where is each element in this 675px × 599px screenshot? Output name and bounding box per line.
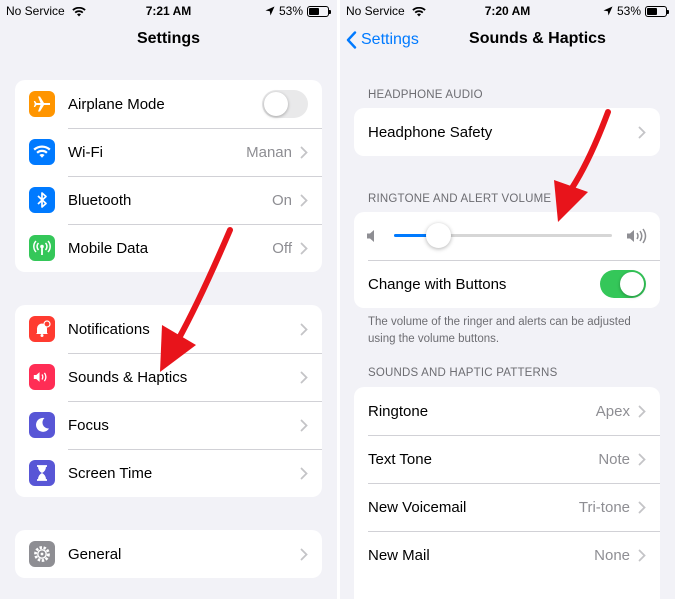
chevron-right-icon (300, 242, 308, 254)
page-title: Sounds & Haptics (469, 30, 606, 47)
chevron-right-icon (300, 194, 308, 206)
row-label: Bluetooth (68, 191, 132, 209)
volume-slider-row (354, 212, 660, 260)
nav-bar: Settings (0, 22, 337, 58)
wifi-icon (29, 139, 55, 165)
pattern-row-ringtone[interactable]: Ringtone Apex (354, 387, 660, 435)
nav-bar: Settings Sounds & Haptics (340, 22, 675, 58)
row-value: None (594, 546, 630, 564)
chevron-right-icon (300, 146, 308, 158)
chevron-right-icon (638, 126, 646, 138)
row-label: New Mail (368, 546, 430, 564)
settings-row-focus[interactable]: Focus (15, 401, 322, 449)
settings-row-notifications[interactable]: Notifications (15, 305, 322, 353)
settings-row-screen-time[interactable]: Screen Time (15, 449, 322, 497)
row-label: Screen Time (68, 464, 153, 482)
headphone-group: Headphone Safety (354, 108, 660, 156)
battery-icon (307, 5, 331, 17)
speaker-high-icon (627, 228, 647, 244)
airplane-mode-toggle[interactable] (262, 90, 308, 118)
chevron-right-icon (300, 323, 308, 335)
row-value: Apex (595, 402, 630, 420)
row-value: On (271, 191, 292, 209)
row-label: Airplane Mode (68, 95, 165, 113)
pattern-row-new-mail[interactable]: New Mail None (354, 531, 660, 579)
section-header-patterns: SOUNDS AND HAPTIC PATTERNS (368, 367, 558, 379)
gear-icon (29, 541, 55, 567)
settings-group-connectivity: Airplane Mode Wi-Fi Manan Bluetooth On Mobile… (15, 80, 322, 272)
bluetooth-icon (29, 187, 55, 213)
settings-row-airplane-mode[interactable]: Airplane Mode (15, 80, 322, 128)
row-label: Change with Buttons (368, 275, 507, 293)
row-value: Manan (246, 143, 292, 161)
hourglass-icon (29, 460, 55, 486)
row-label: Sounds & Haptics (68, 368, 188, 386)
settings-row-wi-fi[interactable]: Wi-Fi Manan (15, 128, 322, 176)
location-icon (603, 6, 613, 16)
settings-screen: No Service 7:21 AM 53% Settings Airplane… (0, 0, 337, 599)
ringtone-volume-group: Change with Buttons (354, 212, 660, 308)
chevron-right-icon (300, 419, 308, 431)
battery-fill (309, 7, 319, 15)
battery-percent: 53% (278, 4, 303, 18)
settings-row-mobile-data[interactable]: Mobile Data Off (15, 224, 322, 272)
sounds-haptics-screen: No Service 7:20 AM 53% Settings Sounds &… (340, 0, 675, 599)
settings-group-general: General (15, 530, 322, 578)
volume-slider[interactable] (394, 223, 612, 248)
row-label: Headphone Safety (368, 123, 493, 141)
section-header-headphone: HEADPHONE AUDIO (368, 89, 483, 101)
chevron-right-icon (638, 405, 646, 417)
page-title: Settings (136, 30, 201, 47)
patterns-group: Ringtone Apex Text Tone Note New Voicemail Tr… (354, 387, 660, 599)
section-header-ringtone-volume: RINGTONE AND ALERT VOLUME (368, 193, 552, 205)
change-with-buttons-toggle[interactable] (600, 270, 646, 298)
battery-icon (645, 5, 669, 17)
chevron-right-icon (638, 549, 646, 561)
speaker-icon (29, 364, 55, 390)
row-label: Notifications (68, 320, 150, 338)
chevron-right-icon (300, 371, 308, 383)
row-label: Focus (68, 416, 109, 434)
row-value: Off (272, 239, 292, 257)
battery-percent: 53% (616, 4, 641, 18)
chevron-right-icon (300, 548, 308, 560)
battery-fill (647, 7, 657, 15)
chevron-right-icon (300, 467, 308, 479)
headphone-safety-row[interactable]: Headphone Safety (354, 108, 660, 156)
status-bar: No Service 7:20 AM 53% (340, 0, 675, 22)
bell-icon (29, 316, 55, 342)
volume-slider-thumb[interactable] (425, 223, 451, 248)
moon-icon (29, 412, 55, 438)
speaker-low-icon (367, 230, 374, 242)
settings-row-bluetooth[interactable]: Bluetooth On (15, 176, 322, 224)
row-label: General (68, 545, 122, 563)
chevron-right-icon (638, 453, 646, 465)
row-value: Note (598, 450, 630, 468)
row-label: Text Tone (368, 450, 432, 468)
pattern-row-new-voicemail[interactable]: New Voicemail Tri-tone (354, 483, 660, 531)
status-bar: No Service 7:21 AM 53% (0, 0, 337, 22)
settings-row-sounds-haptics[interactable]: Sounds & Haptics (15, 353, 322, 401)
airplane-icon (29, 91, 55, 117)
change-with-buttons-row: Change with Buttons (354, 260, 660, 308)
settings-group-notifications: Notifications Sounds & Haptics Focus Screen… (15, 305, 322, 497)
volume-footnote: The volume of the ringer and alerts can … (368, 316, 631, 345)
chevron-right-icon (638, 501, 646, 513)
settings-row-general[interactable]: General (15, 530, 322, 578)
row-label: Wi-Fi (68, 143, 103, 161)
row-value: Tri-tone (578, 498, 630, 516)
row-label: Mobile Data (68, 239, 149, 257)
row-label: Ringtone (368, 402, 429, 420)
antenna-icon (29, 235, 55, 261)
row-label: New Voicemail (368, 498, 467, 516)
pattern-row-text-tone[interactable]: Text Tone Note (354, 435, 660, 483)
chevron-left-icon (346, 31, 357, 49)
location-icon (265, 6, 275, 16)
